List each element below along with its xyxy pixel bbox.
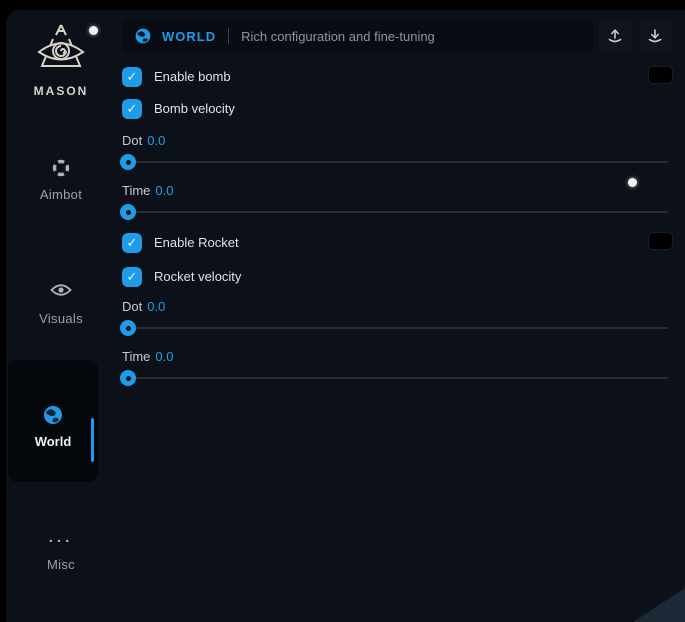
enable-rocket-checkbox[interactable]: ✓ [122,233,142,253]
slider-thumb[interactable] [120,204,136,220]
slider-track[interactable] [122,211,668,213]
sidebar-item-world[interactable]: World [8,360,98,482]
logo-wordmark: MASON [6,84,116,98]
checkbox-label: Enable Rocket [154,235,239,250]
eye-pyramid-logo-icon [6,22,116,78]
sidebar-item-label: World [35,434,72,449]
sidebar-item-visuals[interactable]: Visuals [6,282,116,328]
checkbox-label: Bomb velocity [154,101,235,116]
checkbox-label: Rocket velocity [154,269,241,284]
slider-label: Time0.0 [122,183,173,198]
checkmark-icon: ✓ [127,270,138,283]
download-icon [647,28,663,44]
page-header: WORLD Rich configuration and fine-tuning [122,20,593,52]
enable-bomb-checkbox[interactable]: ✓ [122,67,142,87]
slider-label: Dot0.0 [122,133,165,148]
ellipsis-icon: ... [6,532,116,550]
globe-icon [8,404,98,426]
sidebar-item-label: Visuals [39,311,83,326]
cursor-dot [89,26,98,35]
upload-icon [607,28,623,44]
sidebar: MASON Aimbot Visuals [6,10,116,622]
slider-thumb[interactable] [120,154,136,170]
time-slider[interactable] [122,204,668,220]
slider-thumb[interactable] [120,320,136,336]
slider-track[interactable] [122,327,668,329]
slider-value: 0.0 [155,349,173,364]
mason-logo [6,22,116,78]
sidebar-item-label: Misc [47,557,75,572]
active-indicator-bar [91,418,94,462]
slider-label: Time0.0 [122,349,173,364]
slider-value: 0.0 [155,183,173,198]
checkbox-label: Enable bomb [154,69,231,84]
checkmark-icon: ✓ [127,70,138,83]
rocket-color-swatch[interactable] [648,232,673,250]
checkmark-icon: ✓ [127,236,138,249]
slider-label: Dot0.0 [122,299,165,314]
eye-icon [6,282,116,302]
rocket-velocity-checkbox[interactable]: ✓ [122,267,142,287]
sidebar-item-label: Aimbot [40,187,82,202]
slider-value: 0.0 [147,133,165,148]
slider-track[interactable] [122,161,668,163]
page: MASON Aimbot Visuals [0,0,685,622]
control-row: ✓ Rocket velocity [122,266,668,287]
dot-slider[interactable] [122,154,668,170]
page-title: WORLD [162,29,216,44]
checkmark-icon: ✓ [127,102,138,115]
bomb-velocity-checkbox[interactable]: ✓ [122,99,142,119]
globe-icon [134,27,152,45]
bomb-color-swatch[interactable] [648,66,673,84]
control-row: ✓ Enable Rocket [122,232,668,253]
page-subtitle: Rich configuration and fine-tuning [241,29,435,44]
slider-track[interactable] [122,377,668,379]
crosshair-icon [6,158,116,178]
sidebar-item-misc[interactable]: ... Misc [6,532,116,574]
download-config-button[interactable] [639,20,671,52]
menu-window: MASON Aimbot Visuals [6,10,685,622]
corner-glow [633,588,685,622]
slider-thumb[interactable] [120,370,136,386]
sidebar-item-aimbot[interactable]: Aimbot [6,158,116,204]
control-row: ✓ Enable bomb [122,66,668,87]
header-divider [228,28,229,44]
dot-slider[interactable] [122,320,668,336]
control-row: ✓ Bomb velocity [122,98,668,119]
slider-value: 0.0 [147,299,165,314]
time-slider[interactable] [122,370,668,386]
cursor-dot [628,178,637,187]
upload-config-button[interactable] [599,20,631,52]
